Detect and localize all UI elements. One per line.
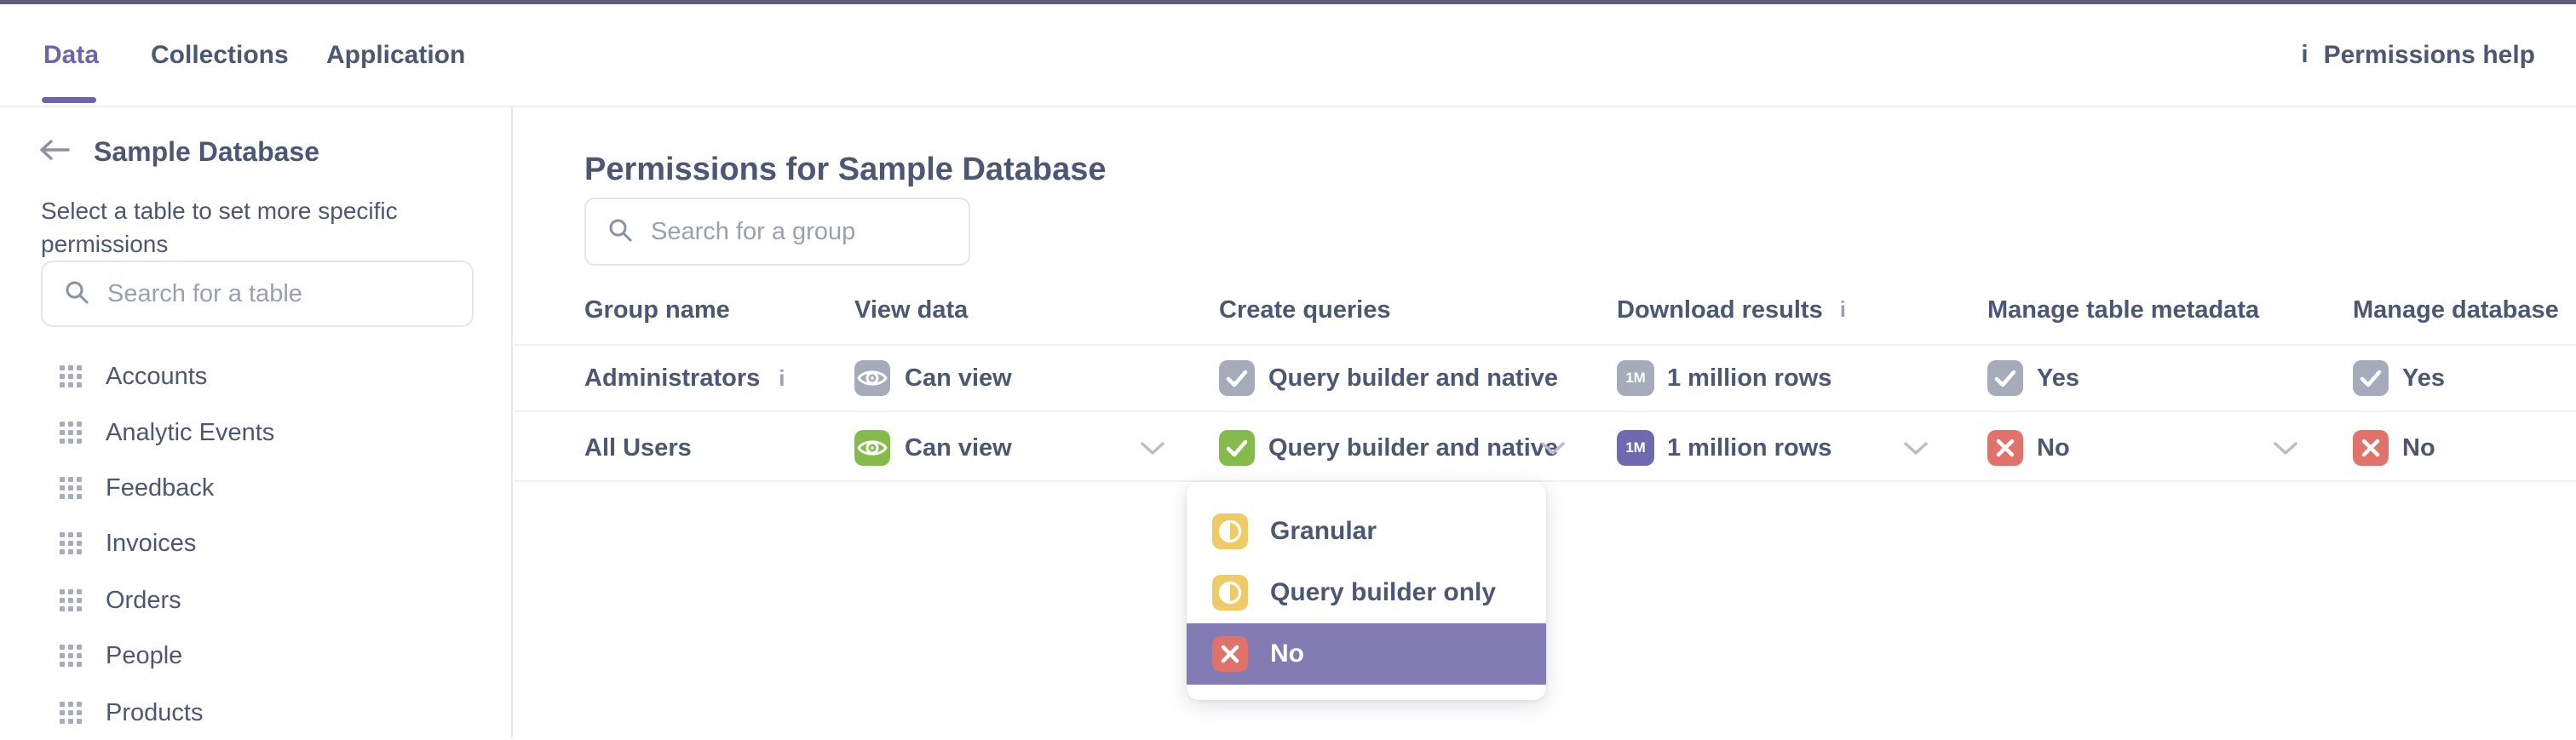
manage-metadata-value[interactable]: Yes [2037, 364, 2079, 393]
menu-item-granular[interactable]: Granular [1187, 501, 1546, 562]
column-header-create-queries: Create queries [1219, 296, 1391, 324]
permissions-help-button[interactable]: i Permissions help [2302, 4, 2536, 106]
group-name-all-users: All Users [584, 434, 692, 462]
table-icon [60, 477, 82, 499]
sidebar-item-orders[interactable]: Orders [41, 573, 484, 628]
tab-data[interactable]: Data [43, 4, 99, 106]
table-icon [60, 532, 82, 554]
table-icon [60, 589, 82, 611]
sidebar-item-people[interactable]: People [41, 628, 484, 683]
menu-item-label: Granular [1270, 517, 1377, 545]
column-header-manage-table-metadata: Manage table metadata [1987, 296, 2260, 324]
create-queries-value[interactable]: Query builder and native [1268, 364, 1558, 393]
sidebar-item-label: Feedback [106, 473, 215, 502]
sidebar-item-label: Accounts [106, 362, 208, 390]
sidebar-item-label: Orders [106, 586, 181, 614]
table-icon [60, 365, 82, 387]
column-header-view-data: View data [854, 296, 969, 324]
admin-top-nav: Data Collections Application i Permissio… [0, 4, 2576, 107]
check-icon[interactable] [1219, 360, 1255, 396]
group-name-administrators: Administrators i [584, 364, 785, 392]
menu-item-label: Query builder only [1270, 578, 1497, 606]
group-search-box [584, 198, 972, 266]
sidebar-item-label: Invoices [106, 529, 197, 557]
tab-collections[interactable]: Collections [151, 4, 289, 106]
x-icon[interactable] [2353, 430, 2389, 466]
x-icon[interactable] [1987, 430, 2023, 466]
info-icon[interactable]: i [1840, 296, 1846, 323]
table-icon [60, 702, 82, 724]
search-icon [607, 216, 634, 248]
contrast-icon [1212, 575, 1248, 611]
manage-database-value[interactable]: No [2402, 434, 2435, 462]
back-to-databases[interactable]: Sample Database [37, 136, 319, 168]
permissions-help-label: Permissions help [2323, 40, 2535, 69]
create-queries-value[interactable]: Query builder and native [1268, 434, 1558, 462]
sidebar-item-accounts[interactable]: Accounts [41, 349, 484, 404]
create-queries-dropdown-menu: Granular Query builder only No [1187, 482, 1546, 700]
million-rows-icon[interactable]: 1M [1617, 360, 1654, 396]
tab-application[interactable]: Application [326, 4, 465, 106]
info-icon: i [2301, 41, 2309, 68]
back-arrow-icon [37, 138, 72, 166]
sidebar-item-label: Products [106, 698, 204, 726]
row-divider [512, 344, 2576, 346]
table-search-box [41, 261, 474, 327]
page-title: Permissions for Sample Database [584, 152, 1107, 187]
view-data-value[interactable]: Can view [905, 364, 1012, 393]
sidebar-item-label: Analytic Events [106, 418, 275, 446]
contrast-icon [1212, 513, 1248, 549]
sidebar-item-feedback[interactable]: Feedback [41, 461, 484, 515]
download-results-value[interactable]: 1 million rows [1667, 364, 1831, 393]
table-icon [60, 422, 82, 444]
chevron-down-icon[interactable] [1540, 441, 1566, 461]
sidebar-divider [511, 107, 513, 737]
view-data-value[interactable]: Can view [905, 434, 1012, 462]
manage-database-value[interactable]: Yes [2402, 364, 2445, 393]
sidebar-item-products[interactable]: Products [41, 686, 484, 740]
menu-item-no[interactable]: No [1187, 623, 1546, 685]
table-icon [60, 645, 82, 667]
sidebar-item-analytic-events[interactable]: Analytic Events [41, 405, 484, 460]
row-divider [512, 480, 2576, 482]
check-icon[interactable] [2353, 360, 2389, 396]
download-results-value[interactable]: 1 million rows [1667, 434, 1831, 462]
menu-item-query-builder-only[interactable]: Query builder only [1187, 562, 1546, 623]
database-title: Sample Database [94, 136, 320, 167]
sidebar-item-label: People [106, 641, 183, 669]
chevron-down-icon[interactable] [2273, 441, 2298, 461]
eye-icon[interactable] [854, 360, 890, 396]
chevron-down-icon[interactable] [1140, 441, 1165, 461]
manage-metadata-value[interactable]: No [2037, 434, 2070, 462]
sidebar-item-invoices[interactable]: Invoices [41, 516, 484, 571]
chevron-down-icon[interactable] [1903, 441, 1929, 461]
group-search-input[interactable] [651, 217, 972, 246]
column-header-download-results: Download results i [1617, 296, 1846, 324]
table-search-input[interactable] [107, 279, 472, 308]
check-icon[interactable] [1987, 360, 2023, 396]
column-header-manage-database: Manage database [2353, 296, 2559, 324]
check-icon[interactable] [1219, 430, 1255, 466]
row-divider [512, 410, 2576, 412]
menu-item-label: No [1270, 640, 1304, 668]
info-icon[interactable]: i [779, 365, 785, 392]
million-rows-icon[interactable]: 1M [1617, 430, 1654, 466]
eye-icon[interactable] [854, 430, 890, 466]
active-tab-indicator [42, 97, 96, 103]
x-icon [1212, 636, 1248, 672]
sidebar-description: Select a table to set more specific perm… [41, 198, 398, 257]
search-icon [63, 278, 90, 310]
column-header-group-name: Group name [584, 296, 730, 324]
